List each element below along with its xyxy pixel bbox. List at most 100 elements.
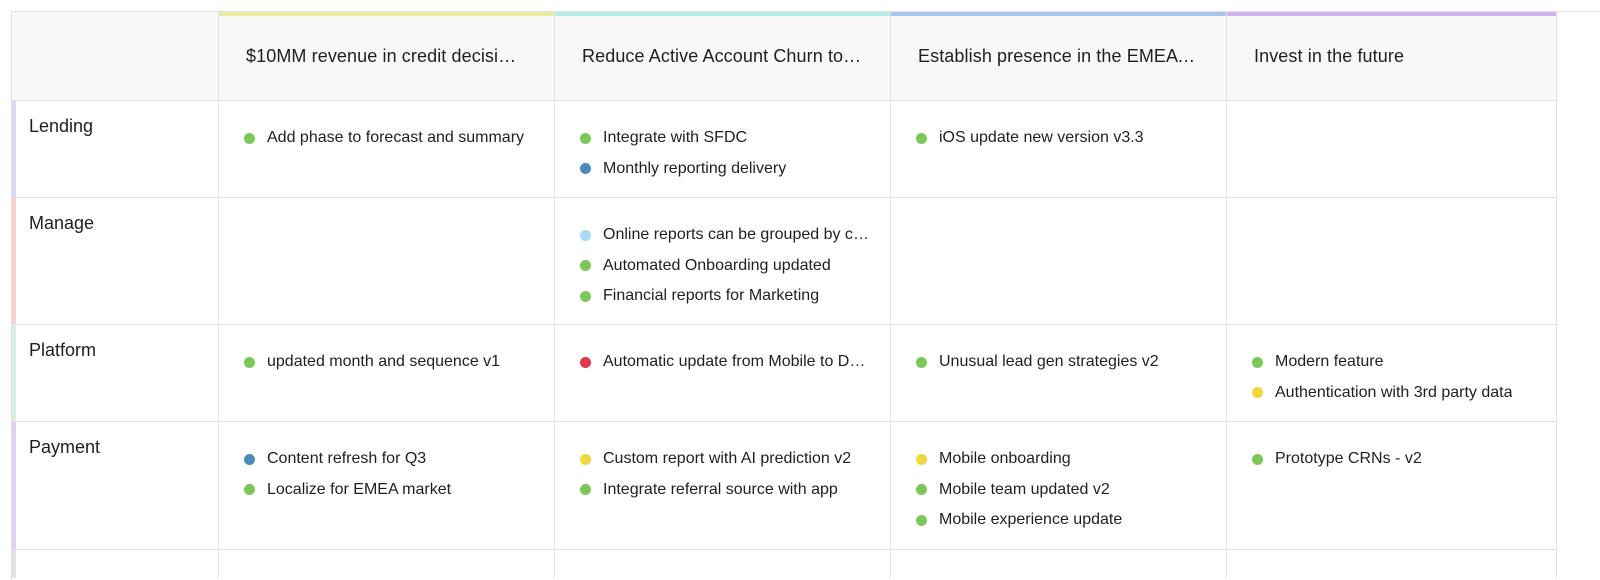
- status-dot-icon: [1252, 356, 1263, 368]
- column-header-label: Reduce Active Account Churn to 5%: [582, 45, 862, 66]
- roadmap-item[interactable]: Online reports can be grouped by categor…: [580, 220, 870, 251]
- roadmap-cell[interactable]: Custom report with AI prediction v2 Integ…: [555, 422, 891, 550]
- status-dot-icon: [580, 484, 591, 496]
- column-header-4[interactable]: Invest in the future: [1227, 12, 1557, 101]
- roadmap-item-label: Monthly reporting delivery: [603, 159, 787, 177]
- roadmap-cell[interactable]: [1227, 198, 1557, 325]
- column-accent-bar: [891, 12, 1226, 16]
- roadmap-item-label: Mobile onboarding: [939, 450, 1071, 468]
- roadmap-item-label: Integrate referral source with app: [603, 480, 838, 498]
- roadmap-item[interactable]: Mobile onboarding: [916, 444, 1206, 475]
- column-accent-bar: [1227, 12, 1556, 16]
- roadmap-item[interactable]: Prototype CRNs - v2: [1252, 444, 1536, 475]
- roadmap-item[interactable]: Custom report with AI prediction v2: [580, 444, 870, 475]
- roadmap-item-label: Automated Onboarding updated: [603, 256, 831, 274]
- roadmap-cell[interactable]: Add phase to forecast and summary: [219, 101, 555, 198]
- row-accent-bar: [12, 550, 16, 578]
- roadmap-item-label: Online reports can be grouped by categor…: [603, 226, 870, 244]
- status-dot-icon: [244, 132, 255, 144]
- status-dot-icon: [580, 290, 591, 302]
- row-accent-bar: [12, 325, 16, 421]
- roadmap-item[interactable]: Mobile team updated v2: [916, 475, 1206, 506]
- row-header-label: Lending: [29, 116, 94, 136]
- row-header-payment[interactable]: Payment: [12, 422, 219, 550]
- roadmap-item[interactable]: Unusual lead gen strategies v2: [916, 347, 1206, 378]
- roadmap-cell-partial[interactable]: [1227, 550, 1557, 578]
- roadmap-item-label: Mobile team updated v2: [939, 480, 1110, 498]
- roadmap-item[interactable]: Content refresh for Q3: [244, 444, 534, 475]
- grid-corner: [12, 12, 219, 101]
- roadmap-item-label: Integrate with SFDC: [603, 129, 748, 147]
- row-accent-bar: [12, 101, 16, 197]
- roadmap-item[interactable]: Integrate with SFDC: [580, 123, 870, 154]
- roadmap-cell-partial[interactable]: [219, 550, 555, 578]
- roadmap-cell[interactable]: [891, 198, 1227, 325]
- status-dot-icon: [580, 163, 591, 175]
- roadmap-item-label: Financial reports for Marketing: [603, 287, 820, 305]
- roadmap-cell[interactable]: Integrate with SFDC Monthly reporting del…: [555, 101, 891, 198]
- roadmap-cell-partial[interactable]: [555, 550, 891, 578]
- roadmap-cell[interactable]: Online reports can be grouped by categor…: [555, 198, 891, 325]
- roadmap-item[interactable]: Integrate referral source with app: [580, 475, 870, 506]
- row-header-platform[interactable]: Platform: [12, 325, 219, 422]
- column-accent-bar: [219, 12, 554, 16]
- roadmap-item[interactable]: Automatic update from Mobile to Desktop: [580, 347, 870, 378]
- roadmap-cell[interactable]: Automatic update from Mobile to Desktop: [555, 325, 891, 422]
- roadmap-item[interactable]: Add phase to forecast and summary: [244, 123, 534, 154]
- roadmap-cell[interactable]: Prototype CRNs - v2: [1227, 422, 1557, 550]
- row-accent-bar: [12, 198, 16, 324]
- column-header-label: Invest in the future: [1254, 45, 1405, 66]
- roadmap-cell[interactable]: iOS update new version v3.3: [891, 101, 1227, 198]
- roadmap-item[interactable]: Mobile experience update: [916, 505, 1206, 536]
- roadmap-cell[interactable]: Unusual lead gen strategies v2: [891, 325, 1227, 422]
- row-header-label: Platform: [29, 340, 97, 360]
- status-dot-icon: [916, 132, 927, 144]
- column-header-1[interactable]: $10MM revenue in credit decisioning: [219, 12, 555, 101]
- status-dot-icon: [580, 453, 591, 465]
- roadmap-item[interactable]: Monthly reporting delivery: [580, 154, 870, 185]
- status-dot-icon: [916, 356, 927, 368]
- status-dot-icon: [580, 229, 591, 241]
- roadmap-item[interactable]: iOS update new version v3.3: [916, 123, 1206, 154]
- status-dot-icon: [916, 484, 927, 496]
- roadmap-item[interactable]: Modern feature: [1252, 347, 1536, 378]
- status-dot-icon: [244, 356, 255, 368]
- status-dot-icon: [580, 260, 591, 272]
- status-dot-icon: [580, 356, 591, 368]
- roadmap-cell[interactable]: [219, 198, 555, 325]
- roadmap-item[interactable]: Localize for EMEA market: [244, 475, 534, 506]
- roadmap-item-label: updated month and sequence v1: [267, 353, 501, 371]
- roadmap-item-label: Unusual lead gen strategies v2: [939, 353, 1159, 371]
- roadmap-item-label: Content refresh for Q3: [267, 450, 427, 468]
- column-accent-bar: [555, 12, 890, 16]
- column-header-2[interactable]: Reduce Active Account Churn to 5%: [555, 12, 891, 101]
- status-dot-icon: [244, 453, 255, 465]
- roadmap-item[interactable]: Authentication with 3rd party data: [1252, 378, 1536, 409]
- row-header-manage[interactable]: Manage: [12, 198, 219, 325]
- status-dot-icon: [916, 453, 927, 465]
- roadmap-item-label: Prototype CRNs - v2: [1275, 450, 1422, 468]
- roadmap-cell[interactable]: Mobile onboarding Mobile team updated v2 M…: [891, 422, 1227, 550]
- status-dot-icon: [916, 514, 927, 526]
- status-dot-icon: [580, 132, 591, 144]
- roadmap-item[interactable]: updated month and sequence v1: [244, 347, 534, 378]
- roadmap-cell[interactable]: updated month and sequence v1: [219, 325, 555, 422]
- status-dot-icon: [1252, 453, 1263, 465]
- column-header-label: $10MM revenue in credit decisioning: [246, 45, 526, 66]
- roadmap-item-label: Localize for EMEA market: [267, 480, 452, 498]
- roadmap-cell[interactable]: Content refresh for Q3 Localize for EMEA …: [219, 422, 555, 550]
- roadmap-item-label: Modern feature: [1275, 353, 1384, 371]
- row-header-label: Payment: [29, 437, 101, 457]
- roadmap-item-label: Add phase to forecast and summary: [267, 129, 525, 147]
- row-accent-bar: [12, 422, 16, 549]
- row-header-partial[interactable]: [12, 550, 219, 578]
- roadmap-cell[interactable]: [1227, 101, 1557, 198]
- row-header-label: Manage: [29, 213, 95, 233]
- roadmap-item[interactable]: Financial reports for Marketing: [580, 281, 870, 312]
- roadmap-cell[interactable]: Modern feature Authentication with 3rd pa…: [1227, 325, 1557, 422]
- row-header-lending[interactable]: Lending: [12, 101, 219, 198]
- roadmap-item-label: Automatic update from Mobile to Desktop: [603, 353, 870, 371]
- roadmap-item[interactable]: Automated Onboarding updated: [580, 251, 870, 282]
- roadmap-cell-partial[interactable]: [891, 550, 1227, 578]
- column-header-3[interactable]: Establish presence in the EMEA market: [891, 12, 1227, 101]
